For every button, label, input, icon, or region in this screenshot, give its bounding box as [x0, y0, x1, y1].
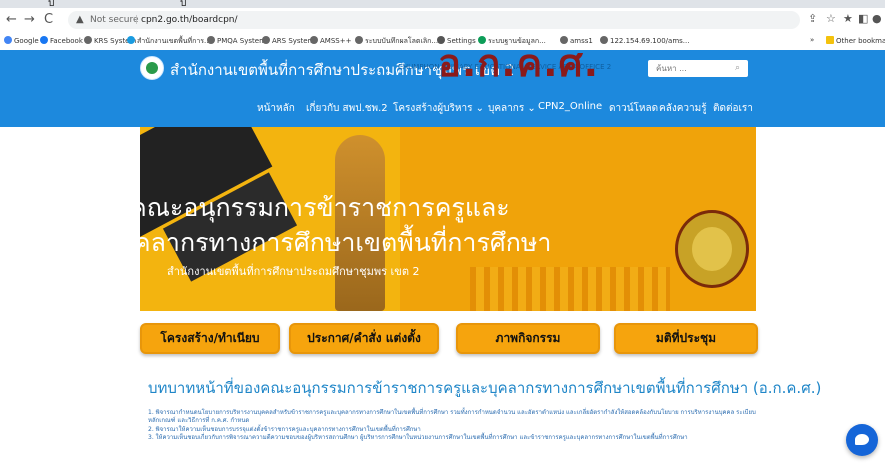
bookmark-office[interactable]: สำนักงานเขตพื้นที่การ...	[127, 36, 211, 47]
banner-heading: อ.ก.ค.ศ.	[438, 41, 600, 85]
duties-text: 1. พิจารณากำหนดนโยบายการบริหารงานบุคคลสำ…	[148, 409, 758, 442]
menu-home[interactable]: หน้าหลัก	[257, 101, 295, 116]
forward-icon[interactable]: →	[24, 12, 35, 28]
bookmark-amss[interactable]: AMSS++	[310, 36, 351, 45]
window-icon[interactable]: ◧	[858, 12, 868, 25]
url-field[interactable]: ▲ Not secure | cpn2.go.th/boardcpn/	[68, 11, 800, 29]
extensions-icon[interactable]: ★	[843, 12, 853, 25]
banner-line-2: คณะอนุกรรมการข้าราชการครูและ	[130, 193, 510, 222]
menu-knowledge[interactable]: คลังความรู้	[659, 101, 707, 116]
star-icon[interactable]: ☆	[826, 12, 836, 25]
messenger-chat-icon[interactable]	[846, 424, 878, 456]
share-icon[interactable]: ⇪	[808, 12, 817, 25]
bookmark-pmqa[interactable]: PMQA System	[207, 36, 266, 45]
menu-structure[interactable]: โครงสร้างผู้บริหาร ⌄	[393, 101, 484, 116]
emblem-logo	[675, 210, 749, 288]
banner-line-3: บุคลากรทางการศึกษาเขตพื้นที่การศึกษา	[118, 228, 552, 257]
site-logo[interactable]	[140, 56, 164, 80]
other-bookmarks[interactable]: Other bookmar	[826, 36, 885, 45]
search-icon[interactable]: ⌕	[735, 60, 740, 77]
back-icon[interactable]: ←	[6, 12, 17, 28]
search-input[interactable]: ค้นหา ... ⌕	[648, 60, 748, 77]
duty-item: 1. พิจารณากำหนดนโยบายการบริหารงานบุคคลสำ…	[148, 409, 756, 425]
reload-icon[interactable]: C	[44, 12, 53, 28]
warning-icon: ▲	[76, 14, 84, 25]
search-placeholder: ค้นหา ...	[656, 64, 687, 73]
bookmarks-overflow[interactable]: »	[810, 36, 814, 44]
menu-contact[interactable]: ติดต่อเรา	[713, 101, 753, 116]
bookmark-ip[interactable]: 122.154.69.100/ams...	[600, 36, 689, 45]
bookmark-record[interactable]: ระบบบันทึกผลโลตเลิก...	[355, 36, 438, 47]
announcement-button[interactable]: ประกาศ/คำสั่ง แต่งตั้ง	[289, 323, 439, 354]
address-bar-row: ← → C ▲ Not secure | cpn2.go.th/boardcpn…	[0, 8, 885, 33]
menu-cpn2-online[interactable]: CPN2_Online	[538, 101, 602, 112]
banner-line-4: สำนักงานเขตพื้นที่การศึกษาประถมศึกษาชุมพ…	[167, 265, 420, 278]
resolutions-button[interactable]: มติที่ประชุม	[614, 323, 758, 354]
menu-personnel[interactable]: บุคลากร ⌄	[488, 101, 536, 116]
activities-button[interactable]: ภาพกิจกรรม	[456, 323, 600, 354]
duty-item: 2. พิจารณาให้ความเห็นชอบการบรรจุแต่งตั้ง…	[148, 425, 421, 433]
menu-about[interactable]: เกี่ยวกับ สพป.ชพ.2	[306, 101, 388, 116]
browser-tab-strip: ป ป	[0, 0, 885, 9]
section-heading: บทบาทหน้าที่ของคณะอนุกรรมการข้าราชการครู…	[148, 379, 822, 397]
not-secure-label: Not secure	[90, 15, 139, 25]
profile-icon[interactable]: ●	[872, 12, 882, 25]
url-text: cpn2.go.th/boardcpn/	[141, 15, 238, 25]
duty-item: 3. ให้ความเห็นชอบเกี่ยวกับการพิจารณาความ…	[148, 433, 688, 441]
bookmark-facebook[interactable]: Facebook	[40, 36, 83, 45]
bookmark-ars[interactable]: ARS System	[262, 36, 314, 45]
bookmark-google[interactable]: Google	[4, 36, 39, 45]
structure-button[interactable]: โครงสร้าง/ทำเนียบ	[140, 323, 280, 354]
menu-download[interactable]: ดาวน์โหลด	[609, 101, 658, 116]
